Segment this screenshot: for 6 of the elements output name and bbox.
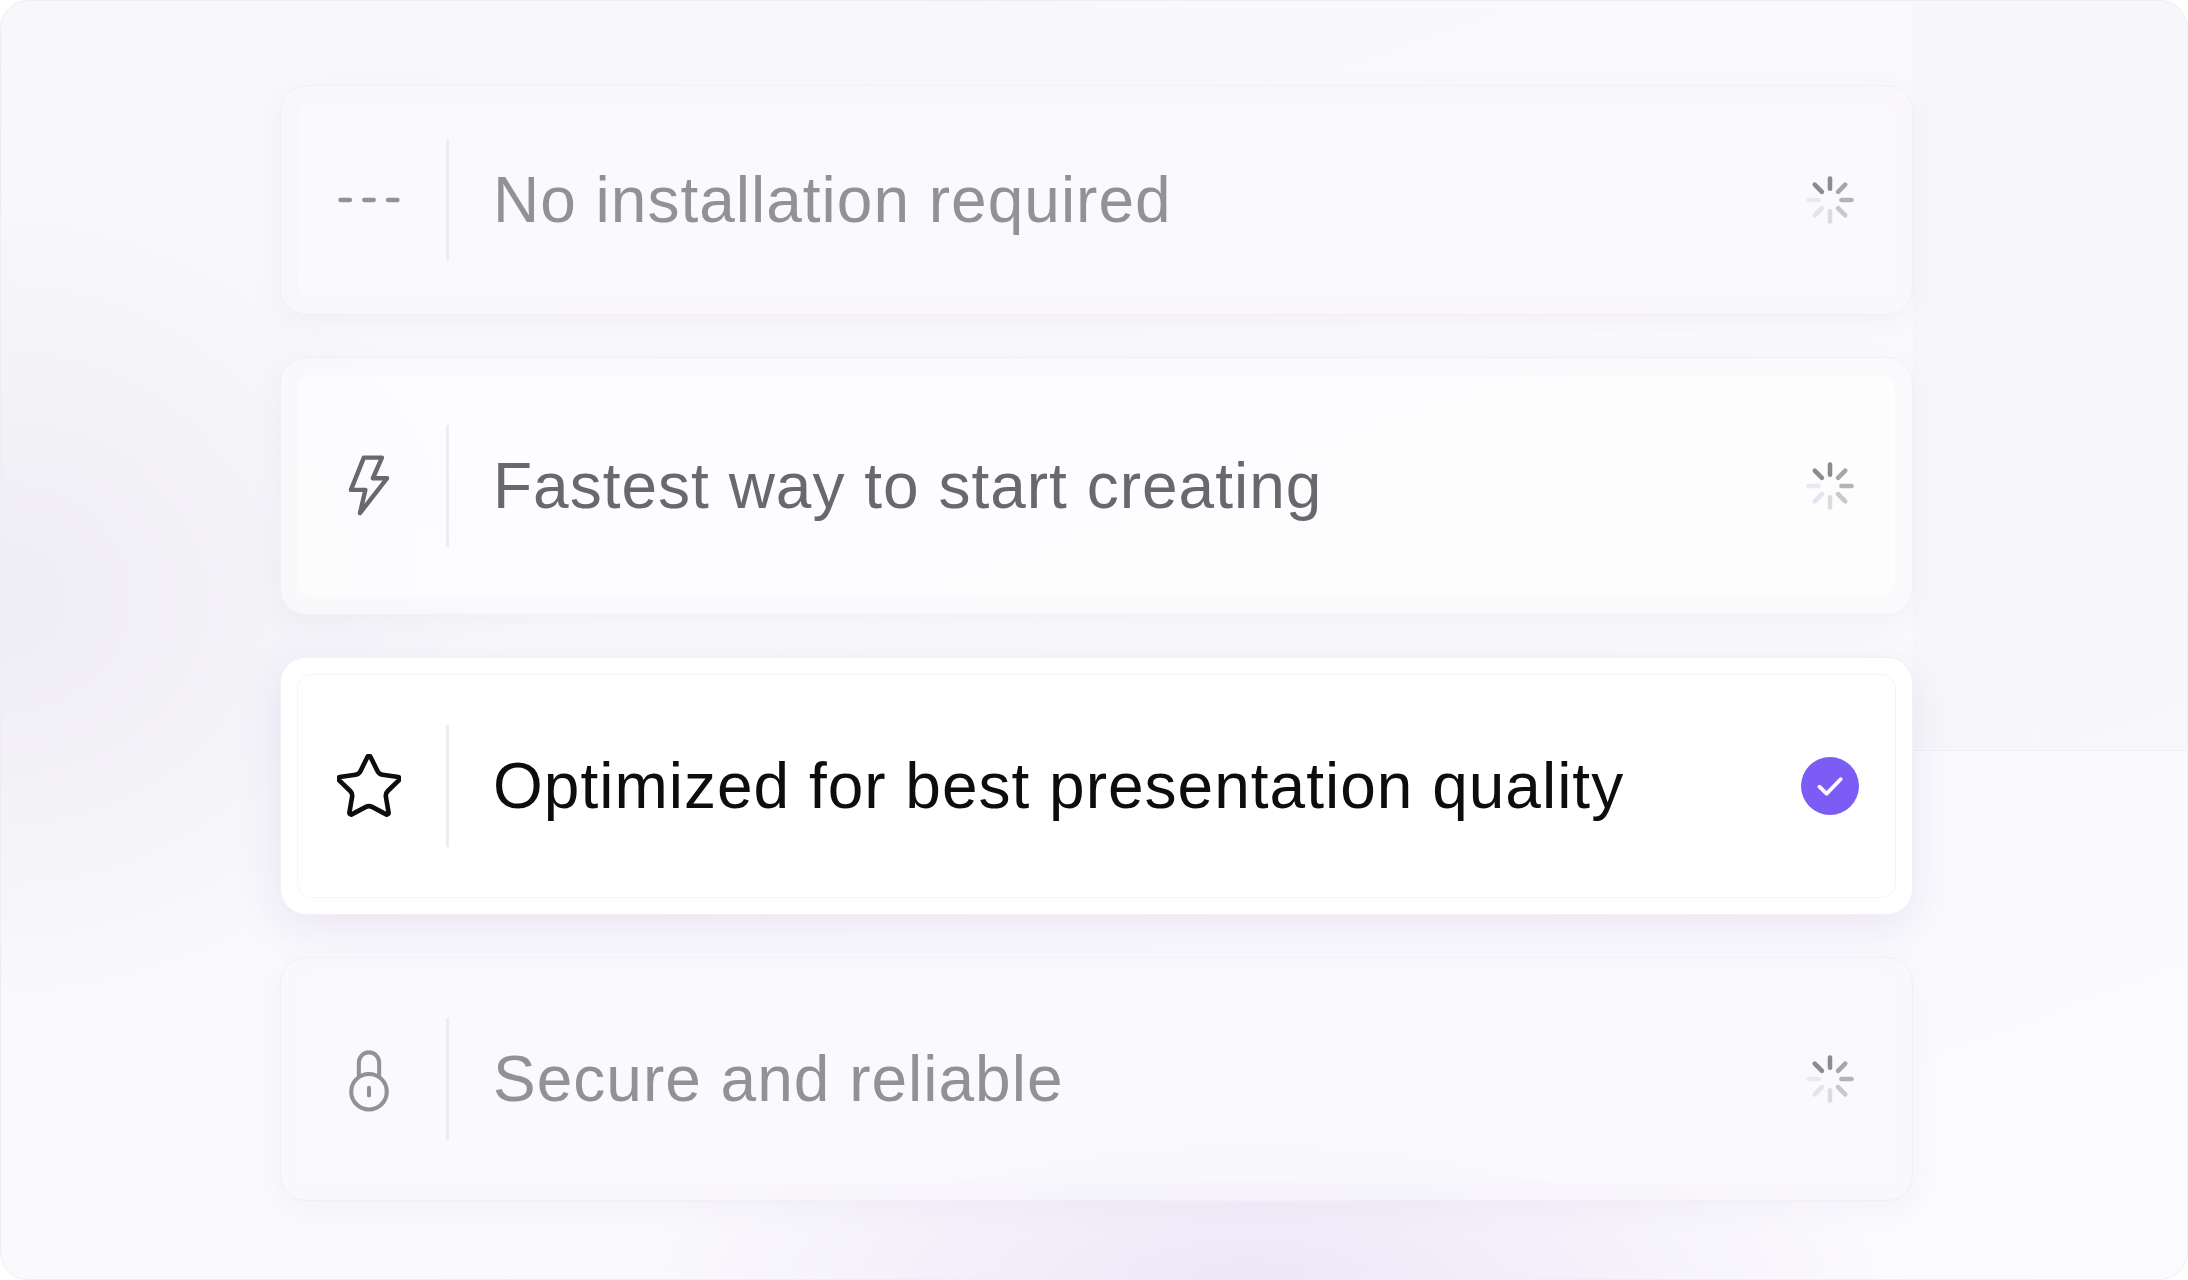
feature-label: Secure and reliable bbox=[493, 1042, 1064, 1116]
star-icon bbox=[337, 754, 401, 818]
feature-label: Fastest way to start creating bbox=[493, 449, 1323, 523]
dashes-icon bbox=[337, 196, 401, 204]
feature-label: No installation required bbox=[493, 163, 1172, 237]
feature-label: Optimized for best presentation quality bbox=[493, 749, 1625, 823]
